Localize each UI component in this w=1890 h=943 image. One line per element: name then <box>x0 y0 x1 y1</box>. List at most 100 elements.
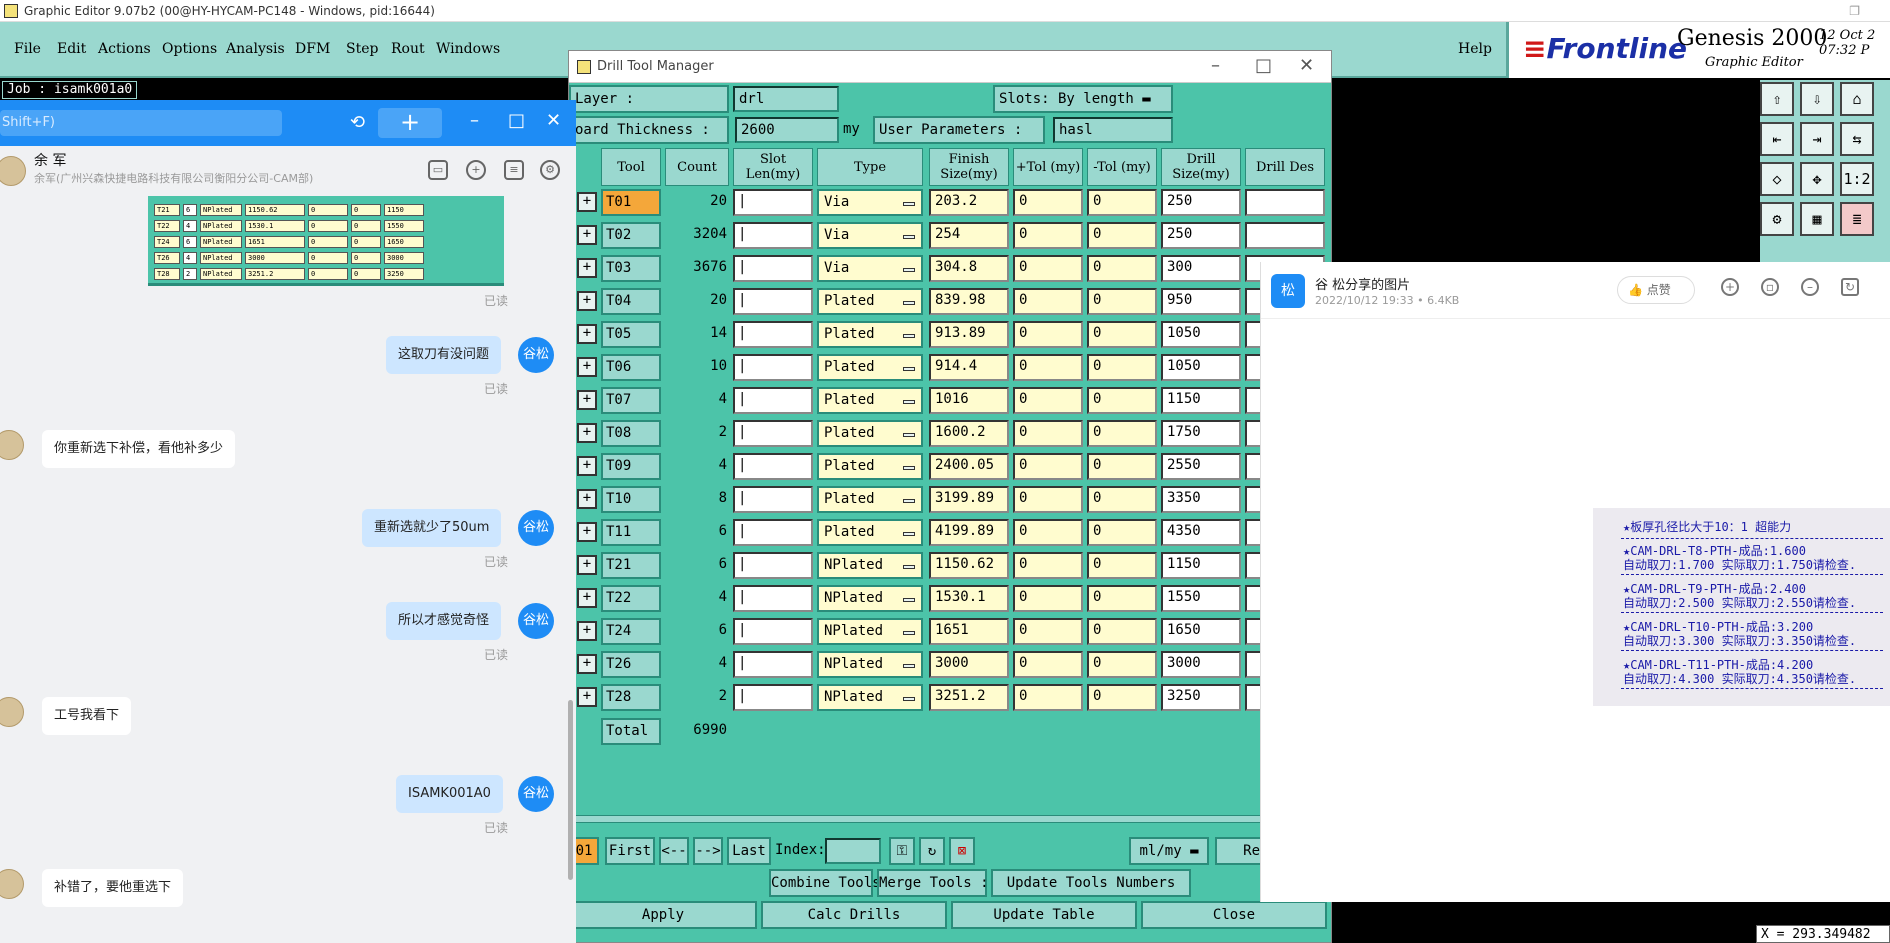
drill-des-input[interactable] <box>1245 222 1325 249</box>
minus-tol-input[interactable]: 0 <box>1087 288 1157 315</box>
menu-edit[interactable]: Edit <box>57 41 86 57</box>
slot-len-input[interactable]: | <box>733 387 813 414</box>
drill-size-input[interactable]: 1050 <box>1161 354 1241 381</box>
expand-icon[interactable]: + <box>577 192 597 212</box>
undo-icon[interactable]: ⇤ <box>1760 122 1794 156</box>
avatar[interactable] <box>0 869 24 899</box>
pan-icon[interactable]: ✥ <box>1800 162 1834 196</box>
message-bubble[interactable]: 补错了，要他重选下 <box>42 869 184 907</box>
minus-tol-input[interactable]: 0 <box>1087 453 1157 480</box>
table-row[interactable]: + T07 4 | Plated 1016 0 0 1150 <box>569 384 1331 417</box>
fit-icon[interactable]: ◇ <box>1760 162 1794 196</box>
drill-size-input[interactable]: 1150 <box>1161 387 1241 414</box>
add-button[interactable]: + <box>378 108 442 138</box>
table-row[interactable]: + T28 2 | NPlated 3251.2 0 0 3250 <box>569 681 1331 714</box>
table-row[interactable]: + T24 6 | NPlated 1651 0 0 1650 <box>569 615 1331 648</box>
maximize-icon[interactable]: □ <box>1255 55 1272 76</box>
expand-icon[interactable]: + <box>577 324 597 344</box>
type-select[interactable]: Plated <box>817 519 923 546</box>
type-select[interactable]: Plated <box>817 354 923 381</box>
minus-tol-input[interactable]: 0 <box>1087 618 1157 645</box>
drill-des-input[interactable] <box>1245 189 1325 216</box>
minus-tol-input[interactable]: 0 <box>1087 552 1157 579</box>
plus-tol-input[interactable]: 0 <box>1013 519 1083 546</box>
home-icon[interactable]: ⌂ <box>1840 82 1874 116</box>
table-row[interactable]: + T04 20 | Plated 839.98 0 0 950 <box>569 285 1331 318</box>
finish-size-input[interactable]: 914.4 <box>929 354 1009 381</box>
drill-size-input[interactable]: 1650 <box>1161 618 1241 645</box>
table-row[interactable]: + T05 14 | Plated 913.89 0 0 1050 <box>569 318 1331 351</box>
slot-len-input[interactable]: | <box>733 552 813 579</box>
download-icon[interactable]: ⇩ <box>1800 82 1834 116</box>
plus-tol-input[interactable]: 0 <box>1013 420 1083 447</box>
plus-tol-input[interactable]: 0 <box>1013 618 1083 645</box>
zoom-out-icon[interactable]: – <box>1801 278 1819 296</box>
first-button[interactable]: First <box>605 837 655 865</box>
drill-size-input[interactable]: 250 <box>1161 222 1241 249</box>
slot-len-input[interactable]: | <box>733 354 813 381</box>
slot-len-input[interactable]: | <box>733 684 813 711</box>
plus-tol-input[interactable]: 0 <box>1013 354 1083 381</box>
minimize-icon[interactable]: – <box>470 110 479 131</box>
grid-icon[interactable]: ▦ <box>1800 202 1834 236</box>
history-icon[interactable]: ⟲ <box>350 112 365 133</box>
add-user-icon[interactable]: + <box>466 160 486 180</box>
table-row[interactable]: + T03 3676 | Via 304.8 0 0 300 <box>569 252 1331 285</box>
apply-button[interactable]: Apply <box>569 901 757 929</box>
table-row[interactable]: + T09 4 | Plated 2400.05 0 0 2550 <box>569 450 1331 483</box>
gear-icon[interactable]: ⚙ <box>540 160 560 180</box>
close-icon[interactable]: ✕ <box>1299 55 1314 76</box>
user-parameters-input[interactable]: hasl <box>1053 117 1173 143</box>
finish-size-input[interactable]: 3000 <box>929 651 1009 678</box>
type-select[interactable]: NPlated <box>817 618 923 645</box>
slot-len-input[interactable]: | <box>733 486 813 513</box>
expand-icon[interactable]: + <box>577 258 597 278</box>
slot-len-input[interactable]: | <box>733 255 813 282</box>
expand-icon[interactable]: + <box>577 555 597 575</box>
finish-size-input[interactable]: 1150.62 <box>929 552 1009 579</box>
type-select[interactable]: Via <box>817 255 923 282</box>
table-row[interactable]: + T26 4 | NPlated 3000 0 0 3000 <box>569 648 1331 681</box>
search-input[interactable]: Shift+F) <box>0 110 282 136</box>
minus-tol-input[interactable]: 0 <box>1087 354 1157 381</box>
prev-button[interactable]: <-- <box>659 837 689 865</box>
drill-size-input[interactable]: 4350 <box>1161 519 1241 546</box>
slot-len-input[interactable]: | <box>733 420 813 447</box>
tool-cell[interactable]: T02 <box>601 222 661 249</box>
shared-image-thumbnail[interactable]: T21 6 NPlated 1150.62 0 0 1150 T22 4 NPlated 1530.… <box>148 196 504 286</box>
finish-size-input[interactable]: 254 <box>929 222 1009 249</box>
finish-size-input[interactable]: 2400.05 <box>929 453 1009 480</box>
finish-size-input[interactable]: 1016 <box>929 387 1009 414</box>
type-select[interactable]: Plated <box>817 420 923 447</box>
expand-icon[interactable]: + <box>577 390 597 410</box>
menu-windows[interactable]: Windows <box>436 41 500 57</box>
close-icon[interactable]: ✕ <box>546 110 561 131</box>
rotate-icon[interactable]: ↻ <box>1841 278 1859 296</box>
message-bubble[interactable]: 重新选就少了50um <box>362 509 502 547</box>
expand-icon[interactable]: + <box>577 522 597 542</box>
slot-len-input[interactable]: | <box>733 618 813 645</box>
tool-cell[interactable]: T24 <box>601 618 661 645</box>
menu-step[interactable]: Step <box>346 41 378 57</box>
avatar[interactable]: 谷松 <box>518 510 554 546</box>
tool-cell[interactable]: T07 <box>601 387 661 414</box>
zoom-in-icon[interactable]: + <box>1721 278 1739 296</box>
menu-dfm[interactable]: DFM <box>295 41 330 57</box>
user-parameters-button[interactable]: User Parameters : <box>873 116 1045 144</box>
drill-size-input[interactable]: 950 <box>1161 288 1241 315</box>
table-row[interactable]: + T06 10 | Plated 914.4 0 0 1050 <box>569 351 1331 384</box>
slot-len-input[interactable]: | <box>733 288 813 315</box>
plus-tol-input[interactable]: 0 <box>1013 651 1083 678</box>
drill-size-input[interactable]: 1750 <box>1161 420 1241 447</box>
tool-cell[interactable]: T10 <box>601 486 661 513</box>
type-select[interactable]: Via <box>817 189 923 216</box>
slot-len-input[interactable]: | <box>733 585 813 612</box>
type-select[interactable]: Plated <box>817 321 923 348</box>
minus-tol-input[interactable]: 0 <box>1087 189 1157 216</box>
table-row[interactable]: + T11 6 | Plated 4199.89 0 0 4350 <box>569 516 1331 549</box>
message-bubble[interactable]: 这取刀有没问题 <box>386 336 502 374</box>
tool-cell[interactable]: T28 <box>601 684 661 711</box>
tool-cell[interactable]: T11 <box>601 519 661 546</box>
plus-tol-input[interactable]: 0 <box>1013 288 1083 315</box>
type-select[interactable]: NPlated <box>817 552 923 579</box>
